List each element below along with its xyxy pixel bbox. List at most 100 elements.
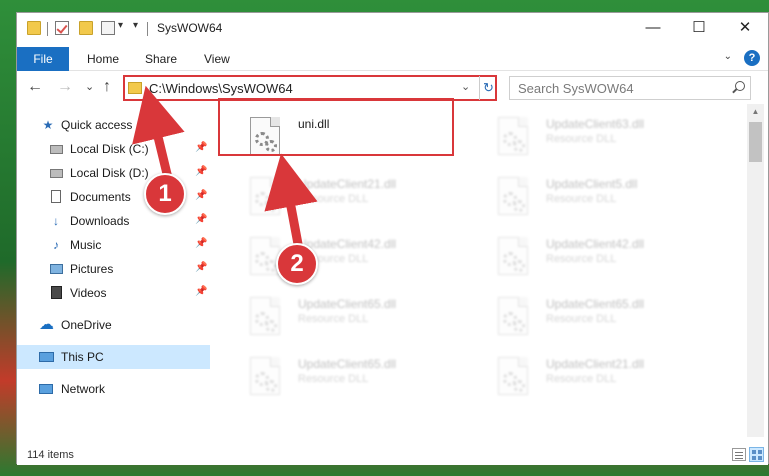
ribbon: File Home Share View ⌄ ? [17,45,768,71]
file-name: UpdateClient65.dll [546,297,645,311]
sidebar-item-network[interactable]: Network [17,377,210,401]
file-type: Resource DLL [546,193,617,205]
recent-locations-button[interactable]: ⌄ [85,80,94,93]
new-folder-icon[interactable] [79,21,93,35]
search-input[interactable]: Search SysWOW64 [509,76,751,100]
file-type: Resource DLL [298,193,369,205]
sidebar-item-onedrive[interactable]: ☁ OneDrive [17,313,210,337]
file-item[interactable]: UpdateClient21.dll Resource DLL [484,351,724,407]
forward-button[interactable]: → [57,78,73,96]
sidebar-item-downloads[interactable]: ↓ Downloads 📌 [17,209,210,233]
sidebar-item-label: Videos [70,286,107,300]
expand-ribbon-icon[interactable]: ⌄ [724,51,732,62]
tab-home[interactable]: Home [87,52,119,66]
sidebar-item-this-pc[interactable]: This PC [17,345,210,369]
help-icon[interactable]: ? [744,50,760,66]
tiles-view-icon[interactable] [749,447,764,462]
file-item[interactable]: UpdateClient21.dll Resource DLL [236,171,476,227]
file-type: Resource DLL [546,133,617,145]
file-item[interactable]: UpdateClient65.dll Resource DLL [484,291,724,347]
file-item[interactable]: UpdateClient65.dll Resource DLL [236,351,476,407]
dll-file-icon [250,117,280,155]
file-item[interactable]: UpdateClient65.dll Resource DLL [236,291,476,347]
sidebar-item-music[interactable]: ♪ Music 📌 [17,233,210,257]
minimize-button[interactable]: — [630,13,676,45]
file-item[interactable]: UpdateClient42.dll Resource DLL [484,231,724,287]
drive-icon [49,142,63,156]
videos-icon [49,286,63,300]
close-button[interactable]: ✕ [722,13,768,45]
tab-share[interactable]: Share [145,52,177,66]
vertical-scrollbar[interactable]: ▲ [747,104,764,437]
pin-icon[interactable]: 📌 [195,286,207,297]
file-name: UpdateClient42.dll [298,237,397,251]
file-list: uni.dll UpdateClient63.dll Resource DLL … [222,109,747,437]
pin-icon[interactable]: 📌 [195,214,207,225]
file-item[interactable]: UpdateClient42.dll Resource DLL [236,231,476,287]
dll-file-icon [498,117,528,155]
address-bar[interactable]: C:\Windows\SysWOW64 ⌄ ↻ [123,75,497,101]
customize-toolbar-icon[interactable]: ▾ [133,20,138,31]
sidebar-item-label: Downloads [70,214,130,228]
file-name: UpdateClient63.dll [546,117,645,131]
file-type: Resource DLL [546,313,617,325]
pin-icon[interactable]: 📌 [195,166,207,177]
search-icon[interactable] [732,81,745,93]
address-dropdown-icon[interactable]: ⌄ [461,80,470,93]
sidebar-item-pictures[interactable]: Pictures 📌 [17,257,210,281]
file-name: UpdateClient5.dll [546,177,638,191]
file-type: Resource DLL [546,373,617,385]
quick-access-dropdown-icon[interactable]: ▾ [118,20,123,31]
pin-icon[interactable]: 📌 [195,142,207,153]
item-count: 114 items [27,449,74,461]
computer-icon [39,350,54,364]
refresh-button[interactable]: ↻ [479,76,497,100]
pin-icon[interactable]: 📌 [195,238,207,249]
sidebar-item-local-disk-d[interactable]: Local Disk (D:) 📌 [17,161,210,185]
star-icon: ★ [42,118,54,132]
file-name: UpdateClient42.dll [546,237,645,251]
sidebar-item-videos[interactable]: Videos 📌 [17,281,210,305]
properties-icon[interactable] [101,21,115,35]
sidebar-item-label: Local Disk (C:) [70,142,149,156]
download-icon: ↓ [53,214,59,228]
toolbar-divider [147,22,148,36]
sidebar-item-label: Documents [70,190,131,204]
sidebar-item-quick-access[interactable]: ★ Quick access [17,113,210,137]
file-name: UpdateClient65.dll [298,297,397,311]
dll-file-icon [498,297,528,335]
scroll-up-icon[interactable]: ▲ [747,104,764,120]
up-button[interactable]: ↑ [103,78,111,96]
tab-view[interactable]: View [204,52,230,66]
file-type: Resource DLL [546,253,617,265]
file-explorer-window: ▾ ▾ SysWOW64 — ☐ ✕ File Home Share View … [16,12,769,465]
sidebar-item-documents[interactable]: Documents 📌 [17,185,210,209]
cloud-icon: ☁ [39,316,54,333]
properties-check-icon[interactable] [55,21,69,35]
dll-file-icon [498,357,528,395]
file-item-uni-dll[interactable]: uni.dll [236,111,476,167]
pin-icon[interactable]: 📌 [195,190,207,201]
status-bar: 114 items [17,445,768,465]
sidebar-item-local-disk-c[interactable]: Local Disk (C:) 📌 [17,137,210,161]
search-placeholder: Search SysWOW64 [518,81,634,96]
file-name: uni.dll [298,117,330,131]
file-type: Resource DLL [298,313,369,325]
file-name: UpdateClient21.dll [546,357,645,371]
sidebar-item-label: Network [61,382,106,396]
file-name: UpdateClient65.dll [298,357,397,371]
address-row: ← → ⌄ ↑ C:\Windows\SysWOW64 ⌄ ↻ Search S… [17,72,768,104]
back-button[interactable]: ← [27,78,43,96]
sidebar-item-label: Music [70,238,102,252]
file-item[interactable]: UpdateClient5.dll Resource DLL [484,171,724,227]
details-view-icon[interactable] [732,448,746,461]
scroll-thumb[interactable] [749,122,762,162]
tab-file[interactable]: File [17,47,69,71]
file-type: Resource DLL [298,373,369,385]
folder-icon [128,82,142,94]
address-path[interactable]: C:\Windows\SysWOW64 [149,81,293,96]
file-item[interactable]: UpdateClient63.dll Resource DLL [484,111,724,167]
pin-icon[interactable]: 📌 [195,262,207,273]
dll-file-icon [250,177,280,215]
maximize-button[interactable]: ☐ [676,13,722,45]
